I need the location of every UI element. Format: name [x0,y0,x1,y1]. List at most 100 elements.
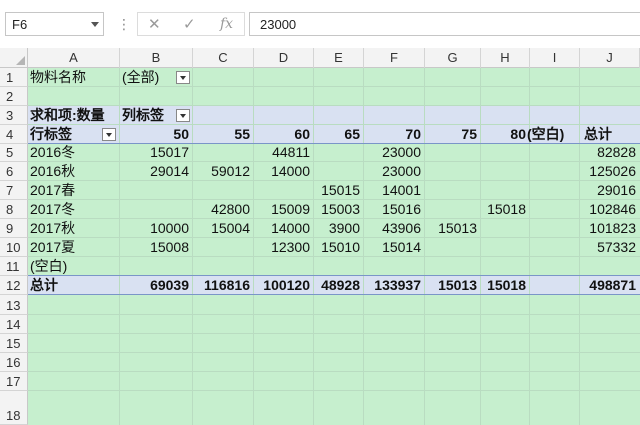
row-header-7[interactable]: 7 [0,181,28,200]
row-header-16[interactable]: 16 [0,353,28,372]
column-header-h[interactable]: H [481,48,530,68]
cancel-icon[interactable]: ✕ [148,15,161,33]
row-header-9[interactable]: 9 [0,219,28,238]
row-header-17[interactable]: 17 [0,372,28,391]
pivot-column-header[interactable]: 80 [481,125,526,143]
pivot-row-label-cell[interactable]: 2017冬 [30,200,75,218]
row-header-5[interactable]: 5 [0,144,28,162]
pivot-value-cell[interactable]: 14000 [254,162,310,180]
filter-dropdown-button[interactable] [176,71,190,84]
pivot-row-label-cell[interactable]: 2017春 [30,181,75,199]
pivot-column-header[interactable]: 65 [314,125,360,143]
pivot-value-cell[interactable]: 15010 [314,238,360,256]
pivot-value-cell[interactable]: 43906 [364,219,421,237]
row-label-dropdown-button[interactable] [102,128,116,141]
pivot-value-cell[interactable]: 23000 [364,162,421,180]
pivot-total-cell[interactable]: 100120 [254,276,310,294]
pivot-total-cell[interactable]: 133937 [364,276,421,294]
row-header-13[interactable]: 13 [0,295,28,315]
row-header-3[interactable]: 3 [0,106,28,125]
name-box[interactable]: F6 [5,12,104,36]
pivot-value-cell[interactable]: 44811 [254,143,310,161]
pivot-filter-value[interactable]: (全部) [122,68,159,86]
pivot-value-cell[interactable]: 14000 [254,219,310,237]
pivot-value-cell[interactable]: 15013 [425,219,477,237]
pivot-sum-label[interactable]: 求和项:数量 [30,106,105,124]
pivot-value-cell[interactable]: 82828 [580,143,636,161]
pivot-filter-label[interactable]: 物料名称 [30,68,86,86]
pivot-value-cell[interactable]: 15016 [364,200,421,218]
pivot-value-cell[interactable]: 42800 [193,200,250,218]
pivot-column-label[interactable]: 列标签 [122,106,164,124]
column-header-j[interactable]: J [580,48,640,68]
pivot-total-cell[interactable]: 116816 [193,276,250,294]
column-label-dropdown-button[interactable] [176,109,190,122]
pivot-total-cell[interactable]: 48928 [314,276,360,294]
pivot-row-label-cell[interactable]: 2017夏 [30,238,75,256]
pivot-value-cell[interactable]: 15004 [193,219,250,237]
spreadsheet-grid[interactable]: A B C D E F G H I J 1 2 3 4 5 6 7 8 9 10 11 12 13 14 15 16 17 18 物料名… [0,48,640,425]
pivot-column-header[interactable]: 60 [254,125,310,143]
row-header-1[interactable]: 1 [0,68,28,87]
column-header-i[interactable]: I [530,48,580,68]
row-header-18[interactable]: 18 [0,391,28,425]
pivot-column-header[interactable]: (空白) [527,125,564,143]
pivot-value-cell[interactable]: 3900 [314,219,360,237]
pivot-column-header[interactable]: 75 [425,125,477,143]
chevron-down-icon[interactable] [91,22,99,27]
pivot-total-cell[interactable]: 15013 [425,276,477,294]
pivot-value-cell[interactable]: 15003 [314,200,360,218]
pivot-value-cell[interactable]: 29016 [580,181,636,199]
pivot-column-header[interactable]: 55 [193,125,250,143]
column-header-c[interactable]: C [193,48,254,68]
pivot-column-header[interactable]: 70 [364,125,421,143]
pivot-row-label[interactable]: 行标签 [30,125,72,143]
pivot-value-cell[interactable]: 101823 [580,219,636,237]
pivot-value-cell[interactable]: 14001 [364,181,421,199]
row-header-8[interactable]: 8 [0,200,28,219]
more-vertical-icon[interactable]: ⋮ [117,12,131,36]
pivot-value-cell[interactable]: 15009 [254,200,310,218]
pivot-value-cell[interactable]: 102846 [580,200,636,218]
column-header-b[interactable]: B [120,48,193,68]
column-header-f[interactable]: F [364,48,425,68]
column-header-e[interactable]: E [314,48,364,68]
pivot-row-label-cell[interactable]: 2016冬 [30,143,75,161]
pivot-value-cell[interactable]: 57332 [580,238,636,256]
formula-input[interactable]: 23000 [249,12,640,36]
row-header-6[interactable]: 6 [0,162,28,181]
column-header-g[interactable]: G [425,48,481,68]
pivot-value-cell[interactable]: 15014 [364,238,421,256]
pivot-value-cell[interactable]: 15015 [314,181,360,199]
pivot-value-cell[interactable]: 12300 [254,238,310,256]
pivot-row-label-cell[interactable]: 2016秋 [30,162,75,180]
row-header-10[interactable]: 10 [0,238,28,257]
pivot-row-label-cell[interactable]: 2017秋 [30,219,75,237]
pivot-value-cell[interactable]: 23000 [364,143,421,161]
pivot-total-label[interactable]: 总计 [30,276,58,294]
check-icon[interactable]: ✓ [183,15,196,33]
pivot-column-header[interactable]: 总计 [584,125,612,143]
select-all-corner[interactable] [0,48,28,68]
row-header-15[interactable]: 15 [0,334,28,353]
pivot-value-cell[interactable]: 59012 [193,162,250,180]
row-header-12[interactable]: 12 [0,276,28,295]
row-header-2[interactable]: 2 [0,87,28,106]
pivot-total-cell[interactable]: 69039 [120,276,189,294]
pivot-value-cell[interactable]: 29014 [120,162,189,180]
pivot-value-cell[interactable]: 15008 [120,238,189,256]
pivot-total-cell[interactable]: 15018 [481,276,526,294]
column-header-d[interactable]: D [254,48,314,68]
pivot-column-header[interactable]: 50 [120,125,189,143]
pivot-row-label-cell[interactable]: (空白) [30,257,67,275]
row-header-14[interactable]: 14 [0,315,28,334]
column-header-a[interactable]: A [28,48,120,68]
pivot-value-cell[interactable]: 15018 [481,200,526,218]
pivot-value-cell[interactable]: 10000 [120,219,189,237]
pivot-total-cell[interactable]: 498871 [580,276,636,294]
row-header-11[interactable]: 11 [0,257,28,276]
row-header-4[interactable]: 4 [0,125,28,144]
pivot-value-cell[interactable]: 15017 [120,143,189,161]
pivot-value-cell[interactable]: 125026 [580,162,636,180]
insert-function-icon[interactable]: fx [220,16,233,32]
